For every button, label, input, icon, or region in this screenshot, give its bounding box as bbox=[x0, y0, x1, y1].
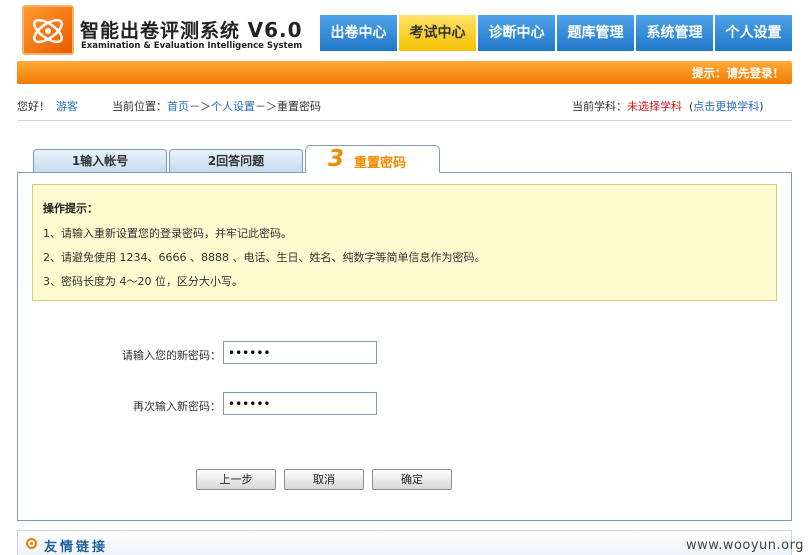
location-label: 当前位置： bbox=[112, 100, 167, 113]
friend-links-title: 友情链接 bbox=[44, 540, 109, 555]
new-password-input[interactable] bbox=[223, 341, 377, 364]
watermark: www.wooyun.org bbox=[685, 538, 804, 553]
brand-subtitle: Examination & Evaluation Intelligence Sy… bbox=[81, 41, 303, 51]
tab-step-2: 2回答问题 bbox=[169, 149, 303, 172]
confirm-button[interactable]: 确定 bbox=[372, 469, 452, 490]
nav-item-exam-center[interactable]: 考试中心 bbox=[399, 15, 478, 51]
nav-item-system-admin[interactable]: 系统管理 bbox=[636, 15, 715, 51]
divider bbox=[17, 120, 792, 121]
prev-step-button[interactable]: 上一步 bbox=[196, 469, 276, 490]
breadcrumb-home[interactable]: 首页 bbox=[167, 100, 189, 113]
bullet-circle-icon bbox=[26, 538, 37, 549]
nav-item-diagnosis-center[interactable]: 诊断中心 bbox=[478, 15, 557, 51]
confirm-password-input[interactable] bbox=[223, 392, 377, 415]
header: 智能出卷评测系统 V6.0 Examination & Evaluation I… bbox=[0, 0, 808, 60]
brand-version: V6.0 bbox=[247, 18, 303, 42]
nav-item-paper-center[interactable]: 出卷中心 bbox=[320, 15, 399, 51]
breadcrumb-separator: －＞ bbox=[189, 100, 211, 113]
nav-item-question-bank[interactable]: 题库管理 bbox=[557, 15, 636, 51]
confirm-password-label: 再次输入新密码： bbox=[133, 400, 221, 413]
tab-step-3-label: 重置密码 bbox=[354, 156, 407, 171]
breadcrumb-settings[interactable]: 个人设置 bbox=[211, 100, 255, 113]
user-link[interactable]: 游客 bbox=[56, 98, 78, 114]
login-tip: 提示：请先登录！ bbox=[692, 66, 784, 80]
step-number: 3 bbox=[328, 146, 345, 172]
greeting: 您好！ bbox=[17, 100, 50, 113]
change-subject-link[interactable]: 点击更换学科 bbox=[693, 100, 759, 113]
breadcrumb: 当前位置：首页－＞个人设置－＞重置密码 bbox=[112, 98, 321, 114]
friend-links-bar: 友情链接 bbox=[17, 530, 792, 555]
subject-info: 当前学科：未选择学科 (点击更换学科) bbox=[572, 100, 764, 113]
info-row: 您好！ 游客 当前位置：首页－＞个人设置－＞重置密码 当前学科：未选择学科 (点… bbox=[17, 98, 787, 114]
cancel-button[interactable]: 取消 bbox=[284, 469, 364, 490]
subject-label: 当前学科： bbox=[572, 100, 627, 113]
operation-tips: 操作提示： 1、请输入重新设置您的登录密码，并牢记此密码。 2、请避免使用 12… bbox=[32, 184, 777, 301]
main-nav: 出卷中心 考试中心 诊断中心 题库管理 系统管理 个人设置 bbox=[320, 15, 792, 51]
nav-item-personal-settings[interactable]: 个人设置 bbox=[715, 15, 792, 51]
logo-icon bbox=[22, 5, 74, 55]
brand-title: 智能出卷评测系统 V6.0 bbox=[80, 16, 303, 43]
reset-password-panel: 操作提示： 1、请输入重新设置您的登录密码，并牢记此密码。 2、请避免使用 12… bbox=[17, 172, 792, 521]
tip-line: 2、请避免使用 1234、6666 、8888 、电话、生日、姓名、纯数字等简单… bbox=[43, 251, 486, 264]
breadcrumb-separator: －＞ bbox=[255, 100, 277, 113]
subject-value: 未选择学科 bbox=[627, 100, 682, 113]
breadcrumb-current: 重置密码 bbox=[277, 100, 321, 113]
new-password-label: 请输入您的新密码： bbox=[122, 349, 221, 362]
tips-title: 操作提示： bbox=[43, 202, 98, 215]
tip-line: 1、请输入重新设置您的登录密码，并牢记此密码。 bbox=[43, 227, 292, 240]
brand-cn-text: 智能出卷评测系统 bbox=[80, 20, 241, 42]
tip-line: 3、密码长度为 4～20 位，区分大小写。 bbox=[43, 275, 243, 288]
tab-step-1: 1输入帐号 bbox=[33, 149, 167, 172]
notice-bar: 提示：请先登录！ bbox=[17, 61, 792, 84]
tab-step-3: 3 重置密码 bbox=[305, 145, 440, 173]
